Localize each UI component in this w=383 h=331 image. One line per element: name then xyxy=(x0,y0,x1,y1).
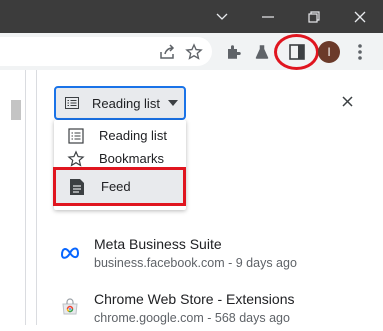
side-panel-selector[interactable]: Reading list xyxy=(54,86,186,120)
caret-down-icon xyxy=(168,100,178,106)
avatar[interactable]: I xyxy=(318,41,340,63)
restore-icon[interactable] xyxy=(291,0,337,33)
list-icon xyxy=(65,97,79,109)
list-item-title: Meta Business Suite xyxy=(94,236,222,252)
dropdown-item-label: Bookmarks xyxy=(99,151,165,166)
star-outline-icon xyxy=(67,150,85,167)
profile-initial: I xyxy=(327,45,331,59)
list-item-meta: business.facebook.com - 9 days ago xyxy=(94,256,297,270)
list-item-title: Chrome Web Store - Extensions xyxy=(94,291,295,307)
title-bar xyxy=(0,0,383,33)
share-icon[interactable] xyxy=(154,38,182,66)
chrome-web-store-icon xyxy=(62,298,78,315)
meta-logo-icon xyxy=(60,247,80,259)
chevron-down-icon[interactable] xyxy=(199,0,245,33)
minimize-icon[interactable] xyxy=(245,0,291,33)
dropdown-item-label: Feed xyxy=(101,179,131,194)
dropdown-item-label: Reading list xyxy=(99,128,167,143)
feed-icon xyxy=(70,179,84,195)
labs-icon[interactable] xyxy=(248,38,276,66)
selector-label: Reading list xyxy=(92,96,160,111)
list-item[interactable]: Meta Business Suite business.facebook.co… xyxy=(60,236,360,276)
star-icon[interactable] xyxy=(180,38,208,66)
list-item-meta: chrome.google.com - 568 days ago xyxy=(94,311,290,325)
page-scrollbar-thumb[interactable] xyxy=(11,100,21,120)
close-panel-icon[interactable] xyxy=(337,91,357,111)
list-icon xyxy=(68,128,84,144)
menu-icon[interactable] xyxy=(346,38,374,66)
extensions-icon[interactable] xyxy=(220,38,248,66)
dropdown-item-feed[interactable]: Feed xyxy=(54,173,186,197)
list-item[interactable]: Chrome Web Store - Extensions chrome.goo… xyxy=(60,291,360,331)
dropdown-item-reading-list[interactable]: Reading list xyxy=(54,124,186,148)
side-panel-highlight-circle xyxy=(274,34,319,70)
close-icon[interactable] xyxy=(337,0,383,33)
